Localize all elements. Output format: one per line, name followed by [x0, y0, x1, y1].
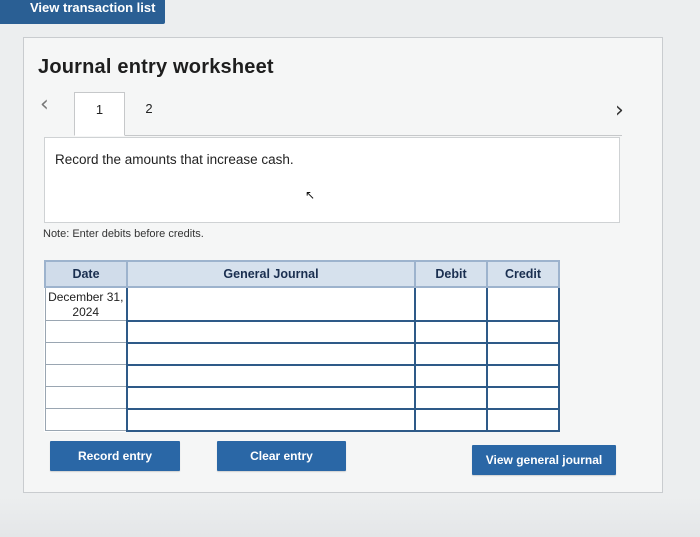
- table-row: [44, 341, 560, 366]
- table-row: [44, 385, 560, 410]
- credit-input[interactable]: [486, 385, 560, 410]
- table-row: [44, 407, 560, 432]
- debit-input[interactable]: [414, 319, 488, 344]
- date-cell: December 31, 2024: [44, 286, 128, 321]
- debit-column-header: Debit: [414, 260, 488, 288]
- table-row: [44, 363, 560, 388]
- account-input[interactable]: [126, 341, 416, 366]
- date-column-header: Date: [44, 260, 128, 288]
- credit-input[interactable]: [486, 319, 560, 344]
- table-header-row: Date General Journal Debit Credit: [44, 260, 560, 288]
- record-entry-button[interactable]: Record entry: [50, 441, 180, 471]
- debit-input[interactable]: [414, 363, 488, 388]
- credit-input[interactable]: [486, 286, 560, 322]
- mouse-pointer-icon: ↖: [305, 188, 316, 202]
- instruction-text: Record the amounts that increase cash.: [55, 152, 294, 167]
- general-journal-column-header: General Journal: [126, 260, 416, 288]
- journal-table: Date General Journal Debit Credit Decemb…: [44, 260, 560, 432]
- account-input[interactable]: [126, 363, 416, 388]
- table-row: [44, 319, 560, 344]
- instruction-box: Record the amounts that increase cash. ↖: [44, 137, 620, 223]
- date-cell: [44, 320, 128, 343]
- account-input[interactable]: [126, 319, 416, 344]
- debit-input[interactable]: [414, 286, 488, 322]
- chevron-right-icon[interactable]: ›: [615, 100, 624, 122]
- journal-entry-panel: Journal entry worksheet ‹ › 1 2 Record t…: [23, 37, 663, 493]
- tab-2[interactable]: 2: [137, 92, 161, 136]
- table-row: December 31, 2024: [44, 286, 560, 322]
- date-cell: [44, 408, 128, 431]
- account-input[interactable]: [126, 286, 416, 322]
- chevron-left-icon[interactable]: ‹: [40, 94, 49, 116]
- view-general-journal-button[interactable]: View general journal: [472, 445, 616, 475]
- clear-entry-button[interactable]: Clear entry: [217, 441, 346, 471]
- background-strip: [0, 497, 700, 537]
- view-transaction-list-button[interactable]: View transaction list: [0, 0, 165, 24]
- credit-input[interactable]: [486, 407, 560, 432]
- date-cell: [44, 386, 128, 409]
- debit-input[interactable]: [414, 385, 488, 410]
- credit-column-header: Credit: [486, 260, 560, 288]
- page-title: Journal entry worksheet: [38, 56, 274, 78]
- account-input[interactable]: [126, 385, 416, 410]
- date-cell: [44, 342, 128, 365]
- account-input[interactable]: [126, 407, 416, 432]
- date-cell: [44, 364, 128, 387]
- debit-input[interactable]: [414, 341, 488, 366]
- debit-input[interactable]: [414, 407, 488, 432]
- credit-input[interactable]: [486, 341, 560, 366]
- tab-1[interactable]: 1: [74, 92, 125, 136]
- credit-input[interactable]: [486, 363, 560, 388]
- note-text: Note: Enter debits before credits.: [43, 228, 204, 240]
